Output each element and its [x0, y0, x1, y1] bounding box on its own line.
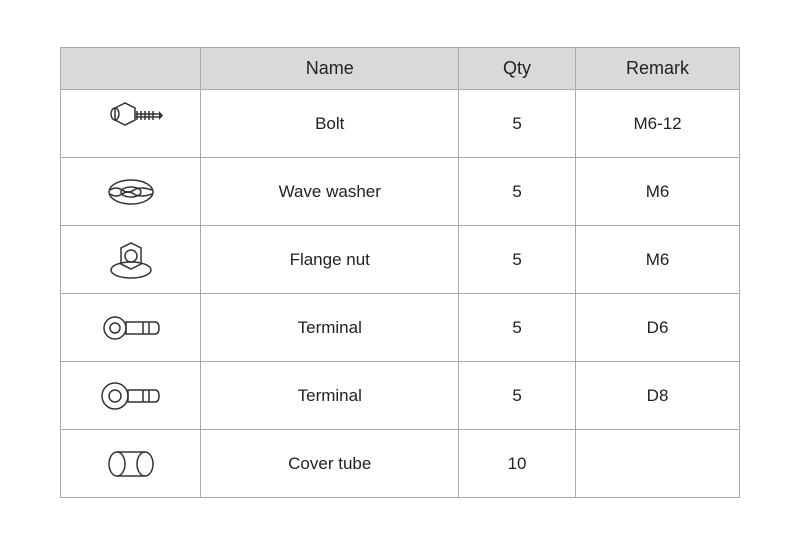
flange-nut-remark: M6 — [576, 226, 740, 294]
terminal-d6-icon-cell — [61, 294, 201, 362]
table-row: Cover tube 10 — [61, 430, 740, 498]
wave-washer-remark: M6 — [576, 158, 740, 226]
parts-table-wrapper: Name Qty Remark — [60, 47, 740, 498]
terminal-d8-icon — [97, 370, 165, 422]
bolt-remark: M6-12 — [576, 90, 740, 158]
table-row: Terminal 5 D8 — [61, 362, 740, 430]
table-header-row: Name Qty Remark — [61, 48, 740, 90]
col-icon — [61, 48, 201, 90]
table-row: Wave washer 5 M6 — [61, 158, 740, 226]
table-row: Flange nut 5 M6 — [61, 226, 740, 294]
flange-nut-icon — [97, 234, 165, 286]
bolt-name: Bolt — [201, 90, 459, 158]
bolt-qty: 5 — [459, 90, 576, 158]
wave-washer-icon — [97, 166, 165, 218]
terminal-d6-name: Terminal — [201, 294, 459, 362]
col-name: Name — [201, 48, 459, 90]
cover-tube-icon-cell — [61, 430, 201, 498]
terminal-d6-qty: 5 — [459, 294, 576, 362]
flange-nut-icon-cell — [61, 226, 201, 294]
flange-nut-qty: 5 — [459, 226, 576, 294]
wave-washer-icon-cell — [61, 158, 201, 226]
parts-table: Name Qty Remark — [60, 47, 740, 498]
wave-washer-qty: 5 — [459, 158, 576, 226]
terminal-d8-name: Terminal — [201, 362, 459, 430]
terminal-d8-qty: 5 — [459, 362, 576, 430]
cover-tube-icon — [97, 438, 165, 490]
col-qty: Qty — [459, 48, 576, 90]
wave-washer-name: Wave washer — [201, 158, 459, 226]
table-row: Bolt 5 M6-12 — [61, 90, 740, 158]
cover-tube-remark — [576, 430, 740, 498]
col-remark: Remark — [576, 48, 740, 90]
terminal-d8-icon-cell — [61, 362, 201, 430]
cover-tube-qty: 10 — [459, 430, 576, 498]
bolt-icon-cell — [61, 90, 201, 158]
terminal-d8-remark: D8 — [576, 362, 740, 430]
table-row: Terminal 5 D6 — [61, 294, 740, 362]
flange-nut-name: Flange nut — [201, 226, 459, 294]
terminal-d6-remark: D6 — [576, 294, 740, 362]
terminal-d6-icon — [97, 302, 165, 354]
bolt-icon — [97, 98, 165, 150]
cover-tube-name: Cover tube — [201, 430, 459, 498]
